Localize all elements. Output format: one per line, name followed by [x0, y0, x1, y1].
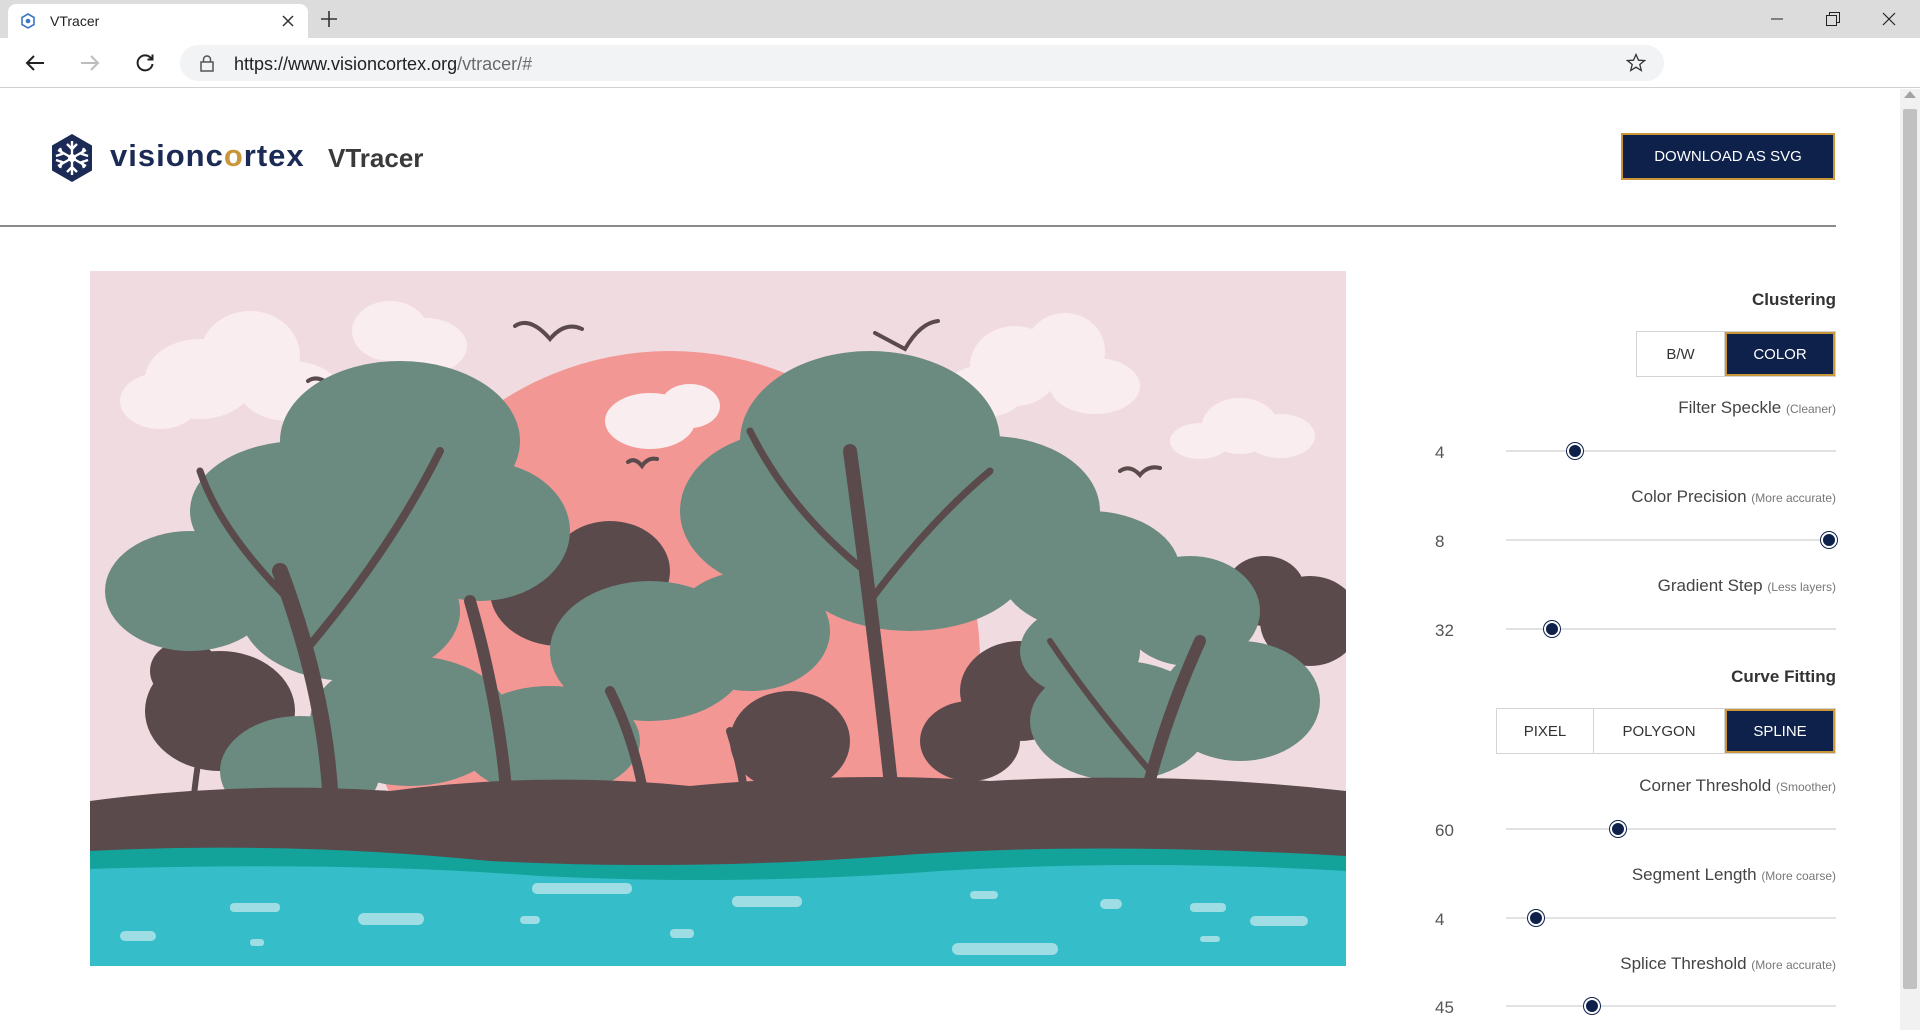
- segment-length-title: Segment Length: [1631, 865, 1757, 884]
- slider-track: [1506, 828, 1836, 830]
- color-precision-hint: (More accurate): [1751, 491, 1836, 505]
- forward-button[interactable]: [77, 50, 103, 76]
- reload-button[interactable]: [132, 50, 158, 76]
- slider-track: [1506, 917, 1836, 919]
- gradient-step-title: Gradient Step: [1657, 576, 1763, 595]
- gradient-step-value: 32: [1435, 621, 1454, 640]
- tab-title: VTracer: [50, 13, 100, 29]
- slider-thumb[interactable]: [1567, 443, 1584, 459]
- option-pixel[interactable]: PIXEL: [1497, 709, 1594, 753]
- brand-wordmark: visioncortex: [110, 138, 305, 174]
- filter-speckle-slider[interactable]: [1506, 442, 1836, 460]
- splice-threshold-slider[interactable]: [1506, 997, 1836, 1015]
- corner-threshold-title: Corner Threshold: [1639, 776, 1772, 795]
- visioncortex-logo-icon: [52, 134, 92, 182]
- close-tab-icon[interactable]: [280, 13, 296, 29]
- slider-track: [1506, 1005, 1836, 1007]
- forest-landscape-image: [90, 271, 1346, 966]
- curve-fitting-mode-toggle: PIXEL POLYGON SPLINE: [1496, 708, 1836, 754]
- corner-threshold-value: 60: [1435, 821, 1454, 840]
- reload-icon: [136, 54, 154, 72]
- bookmark-star-icon[interactable]: [1626, 53, 1646, 73]
- slider-thumb[interactable]: [1610, 821, 1627, 837]
- filter-speckle-hint: (Cleaner): [1785, 402, 1836, 416]
- restore-icon: [1826, 12, 1840, 26]
- splice-threshold-label: Splice Threshold (More accurate): [1620, 954, 1836, 974]
- scrollbar-thumb[interactable]: [1903, 109, 1917, 989]
- color-precision-value: 8: [1435, 532, 1445, 551]
- option-polygon[interactable]: POLYGON: [1594, 709, 1725, 753]
- download-svg-button[interactable]: DOWNLOAD AS SVG: [1621, 133, 1835, 180]
- filter-speckle-label: Filter Speckle (Cleaner): [1678, 398, 1836, 418]
- browser-tab[interactable]: VTracer: [8, 4, 308, 38]
- minimize-icon: [1771, 18, 1783, 20]
- gradient-step-hint: (Less layers): [1767, 580, 1836, 594]
- segment-length-hint: (More coarse): [1761, 869, 1836, 883]
- url-path: /vtracer/#: [457, 54, 533, 74]
- brand-suffix: rtex: [243, 138, 305, 173]
- segment-length-slider[interactable]: [1506, 909, 1836, 927]
- close-window-button[interactable]: [1862, 0, 1916, 38]
- clustering-title: Clustering: [1751, 290, 1836, 309]
- slider-thumb[interactable]: [1583, 998, 1600, 1014]
- back-button[interactable]: [22, 50, 48, 76]
- segment-length-value: 4: [1435, 910, 1445, 929]
- browser-tab-strip: VTracer: [0, 0, 1920, 38]
- url-text: https://www.visioncortex.org/vtracer/#: [234, 54, 532, 75]
- color-precision-slider[interactable]: [1506, 531, 1838, 549]
- arrow-left-icon: [25, 55, 44, 71]
- slider-track: [1506, 539, 1836, 541]
- address-toolbar: https://www.visioncortex.org/vtracer/#: [0, 38, 1920, 88]
- option-spline[interactable]: SPLINE: [1725, 709, 1835, 753]
- brand-prefix: visionc: [110, 138, 224, 173]
- header-divider: [0, 225, 1836, 227]
- slider-thumb[interactable]: [1821, 532, 1838, 548]
- restore-window-button[interactable]: [1806, 0, 1860, 38]
- address-bar[interactable]: https://www.visioncortex.org/vtracer/#: [180, 45, 1664, 81]
- visioncortex-favicon-icon: [21, 13, 35, 29]
- clustering-mode-toggle: B/W COLOR: [1636, 331, 1836, 377]
- splice-threshold-value: 45: [1435, 998, 1454, 1017]
- url-host: https://www.visioncortex.org: [234, 54, 458, 74]
- corner-threshold-slider[interactable]: [1506, 820, 1836, 838]
- corner-threshold-hint: (Smoother): [1775, 780, 1836, 794]
- option-bw[interactable]: B/W: [1637, 332, 1725, 376]
- segment-length-label: Segment Length (More coarse): [1632, 865, 1836, 885]
- slider-thumb[interactable]: [1544, 621, 1561, 637]
- brand-accent-letter: o: [223, 138, 244, 173]
- slider-track: [1506, 450, 1836, 452]
- splice-threshold-hint: (More accurate): [1751, 958, 1836, 972]
- scroll-up-arrow-icon[interactable]: [1904, 91, 1916, 98]
- lock-icon: [200, 55, 214, 72]
- arrow-right-icon: [81, 55, 100, 71]
- color-precision-title: Color Precision: [1631, 487, 1747, 506]
- gradient-step-slider[interactable]: [1506, 620, 1836, 638]
- app-title: VTracer: [328, 143, 424, 173]
- minimize-window-button[interactable]: [1750, 0, 1804, 38]
- gradient-step-label: Gradient Step (Less layers): [1658, 576, 1836, 596]
- filter-speckle-value: 4: [1435, 443, 1445, 462]
- corner-threshold-label: Corner Threshold (Smoother): [1639, 776, 1836, 796]
- vector-preview-canvas[interactable]: [90, 271, 1346, 966]
- new-tab-plus-icon[interactable]: [318, 8, 340, 30]
- color-precision-label: Color Precision (More accurate): [1631, 487, 1836, 507]
- settings-panel: Clustering B/W COLOR Filter Speckle (Cle…: [1400, 280, 1838, 1020]
- page-scrollbar[interactable]: [1900, 89, 1920, 1030]
- curve-fitting-title: Curve Fitting: [1731, 667, 1836, 686]
- option-color[interactable]: COLOR: [1725, 332, 1835, 376]
- filter-speckle-title: Filter Speckle: [1678, 398, 1782, 417]
- slider-thumb[interactable]: [1527, 910, 1544, 926]
- splice-threshold-title: Splice Threshold: [1620, 954, 1747, 973]
- close-icon: [1882, 12, 1896, 26]
